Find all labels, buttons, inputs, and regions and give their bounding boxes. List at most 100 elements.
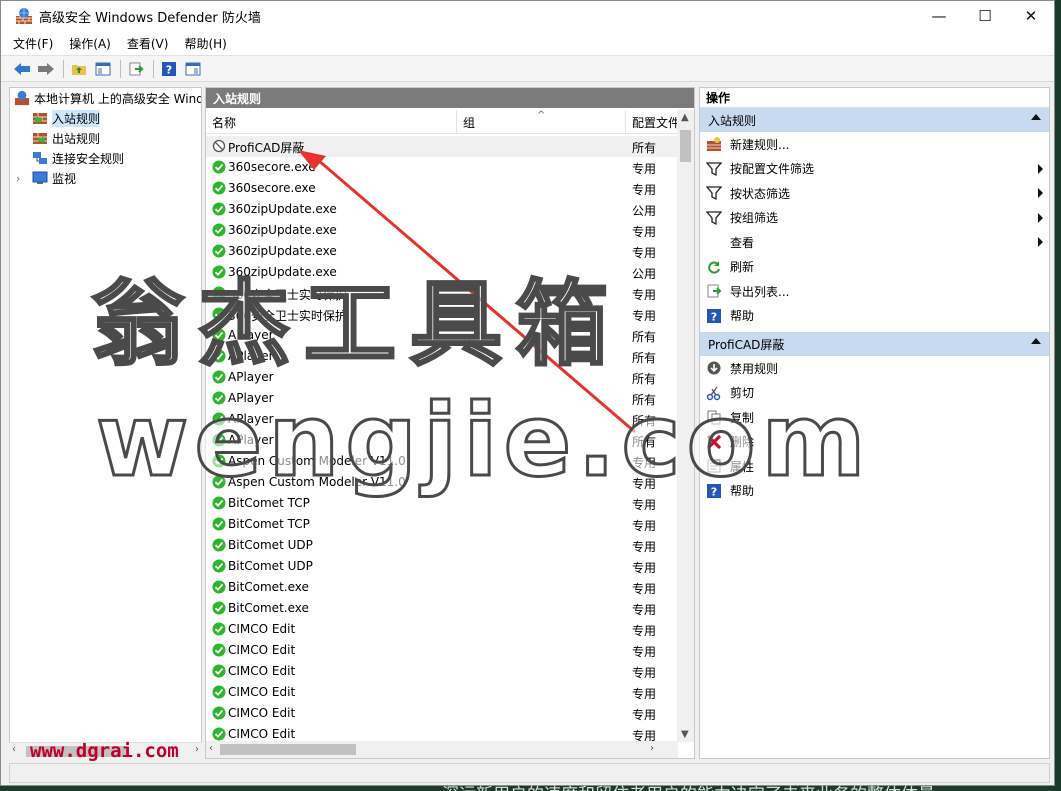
back-button[interactable] — [11, 58, 33, 80]
action-pane-icon — [185, 62, 201, 75]
background-caption: 深远新用户的速度和留住老用户的能力决定了未来业务的整体体量 — [442, 780, 935, 791]
action-label: 按配置文件筛选 — [730, 162, 815, 177]
action-label: 帮助 — [730, 309, 755, 324]
allowed-check-icon — [212, 685, 226, 699]
submenu-arrow-icon — [1038, 212, 1043, 223]
scroll-right-icon[interactable]: › — [195, 744, 199, 755]
outbound-rules-icon — [33, 133, 47, 144]
rule-profile: 所有 — [632, 330, 657, 344]
action-item[interactable]: 新建规则... — [700, 132, 1049, 157]
table-row[interactable]: BitComet.exe 专用 — [206, 598, 678, 619]
allowed-check-icon — [212, 181, 226, 195]
table-row[interactable]: BitComet UDP 专用 — [206, 535, 678, 556]
tree-item-label: 出站规则 — [52, 131, 101, 146]
rule-name: BitComet UDP — [228, 538, 313, 552]
up-folder-button[interactable] — [68, 58, 90, 80]
rule-profile: 公用 — [632, 267, 657, 281]
watermark-url: www.dgrai.com — [30, 740, 179, 762]
table-row[interactable]: CIMCO Edit 专用 — [206, 661, 678, 682]
rule-profile: 专用 — [632, 645, 657, 659]
section-title: 入站规则 — [708, 113, 757, 128]
table-row[interactable]: 360secore.exe 专用 — [206, 157, 678, 178]
table-row[interactable]: BitComet UDP 专用 — [206, 556, 678, 577]
watermark-chinese: 翁杰工具箱 — [90, 270, 623, 380]
export-button[interactable] — [125, 58, 147, 80]
show-tree-button[interactable] — [92, 58, 114, 80]
help-button[interactable]: ? — [158, 58, 180, 80]
actions-section-inbound[interactable]: 入站规则 — [700, 108, 1049, 132]
forward-button[interactable] — [35, 58, 57, 80]
table-row[interactable]: CIMCO Edit 专用 — [206, 640, 678, 661]
toolbar: ? — [1, 55, 1054, 82]
rule-profile: 专用 — [632, 183, 657, 197]
menu-action[interactable]: 操作(A) — [69, 35, 111, 52]
table-row[interactable]: CIMCO Edit 专用 — [206, 703, 678, 724]
table-row[interactable]: CIMCO Edit 专用 — [206, 682, 678, 703]
inbound-rules-icon — [33, 113, 47, 124]
table-row[interactable]: CIMCO Edit 专用 — [206, 619, 678, 640]
action-item[interactable]: 查看 — [700, 230, 1049, 255]
scroll-thumb[interactable] — [220, 744, 356, 755]
close-button[interactable]: ✕ — [1008, 1, 1054, 31]
menu-file[interactable]: 文件(F) — [13, 35, 53, 52]
table-row[interactable]: BitComet TCP 专用 — [206, 514, 678, 535]
scroll-left-icon[interactable]: ‹ — [12, 744, 16, 755]
watermark-domain: wengjie.com — [95, 381, 872, 501]
action-item[interactable]: 按组筛选 — [700, 206, 1049, 231]
action-pane-button[interactable] — [182, 58, 204, 80]
rule-name: BitComet.exe — [228, 580, 309, 594]
rules-horizontal-scrollbar[interactable]: ‹ › — [206, 741, 678, 758]
table-row[interactable]: 360zipUpdate.exe 公用 — [206, 199, 678, 220]
submenu-arrow-icon — [1038, 163, 1043, 174]
actions-list-inbound: 新建规则... 按配置文件筛选按状态筛选按组筛选查看刷新 导出列表...? 帮助 — [700, 132, 1049, 328]
actions-section-rule[interactable]: ProfiCAD屏蔽 — [700, 332, 1049, 356]
rules-pane-header: 入站规则 — [206, 88, 694, 108]
collapse-icon[interactable] — [1031, 114, 1041, 120]
rule-profile: 专用 — [632, 708, 657, 722]
action-label: 按组筛选 — [730, 211, 779, 226]
action-item[interactable]: ? 帮助 — [700, 304, 1049, 329]
firewall-app-icon — [16, 8, 32, 24]
actions-header: 操作 — [700, 88, 1049, 108]
export-icon — [707, 284, 722, 298]
column-profile[interactable]: 配置文件 — [626, 110, 678, 134]
action-item[interactable]: 按状态筛选 — [700, 181, 1049, 206]
action-label: 禁用规则 — [730, 361, 779, 376]
arrow-right-icon — [38, 62, 54, 75]
console-tree-icon — [95, 62, 111, 75]
connection-security-icon — [33, 152, 47, 164]
tree-item-inbound[interactable]: 入站规则 — [32, 108, 101, 128]
table-row[interactable]: 360zipUpdate.exe 专用 — [206, 220, 678, 241]
scroll-left-icon[interactable]: ‹ — [209, 743, 213, 754]
collapse-icon[interactable] — [1031, 338, 1041, 344]
action-item[interactable]: 刷新 — [700, 255, 1049, 280]
tree-root[interactable]: 本地计算机 上的高级安全 Wind — [14, 88, 202, 108]
tree-item-outbound[interactable]: 出站规则 — [32, 128, 100, 148]
action-item[interactable]: 禁用规则 — [700, 356, 1049, 381]
scroll-down-icon[interactable]: ▼ — [681, 729, 689, 740]
action-label: 查看 — [730, 235, 755, 250]
filter-icon — [706, 210, 722, 225]
allowed-check-icon — [212, 160, 226, 174]
tree-item-connection-security[interactable]: 连接安全规则 — [32, 148, 124, 168]
section-title: ProfiCAD屏蔽 — [708, 337, 785, 352]
maximize-button[interactable]: ☐ — [962, 1, 1008, 31]
minimize-button[interactable]: — — [916, 1, 962, 31]
blocked-icon — [212, 139, 226, 153]
column-name[interactable]: 名称 — [206, 110, 457, 134]
action-label: 新建规则... — [730, 137, 790, 152]
chevron-right-icon[interactable]: › — [16, 172, 28, 185]
menu-view[interactable]: 查看(V) — [127, 35, 169, 52]
tree-root-label: 本地计算机 上的高级安全 Wind — [34, 91, 202, 106]
table-row[interactable]: ProfiCAD屏蔽 所有 — [206, 136, 678, 157]
table-row[interactable]: 360secore.exe 专用 — [206, 178, 678, 199]
table-row[interactable]: BitComet.exe 专用 — [206, 577, 678, 598]
action-item[interactable]: 导出列表... — [700, 279, 1049, 304]
scroll-up-icon[interactable]: ▲ — [681, 112, 689, 123]
allowed-check-icon — [212, 727, 226, 741]
tree-item-monitor[interactable]: › 监视 — [16, 168, 76, 188]
menu-help[interactable]: 帮助(H) — [184, 35, 226, 52]
scroll-thumb[interactable] — [680, 130, 691, 162]
scroll-right-icon[interactable]: › — [650, 743, 654, 754]
action-item[interactable]: 按配置文件筛选 — [700, 157, 1049, 182]
